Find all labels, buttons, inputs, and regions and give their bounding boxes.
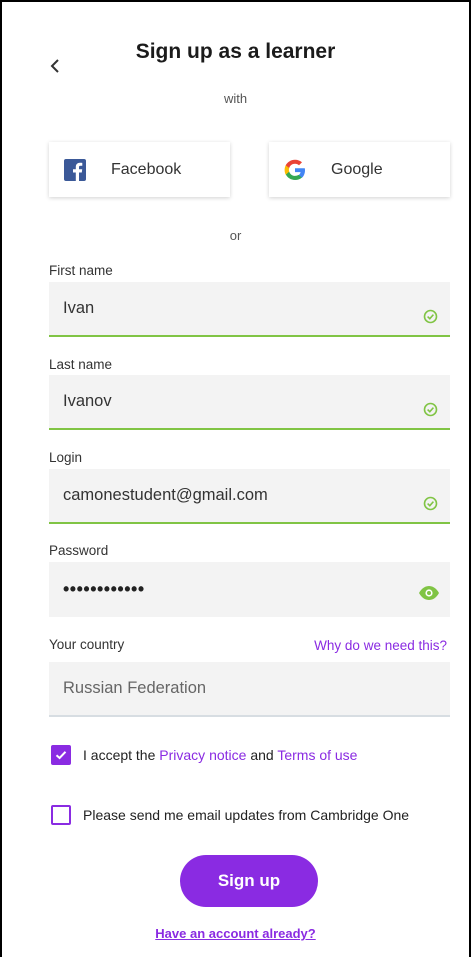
terms-of-use-link[interactable]: Terms of use <box>277 747 357 763</box>
google-icon <box>283 158 307 182</box>
password-label: Password <box>49 543 109 558</box>
accept-middle: and <box>246 747 278 763</box>
last-name-label: Last name <box>49 357 113 372</box>
eye-icon[interactable] <box>418 585 440 601</box>
country-select[interactable]: Russian Federation <box>49 662 450 717</box>
or-divider: or <box>229 228 242 243</box>
facebook-icon <box>63 158 87 182</box>
accept-text: I accept the Privacy notice and Terms of… <box>83 747 357 763</box>
privacy-notice-link[interactable]: Privacy notice <box>159 747 246 763</box>
login-field[interactable]: camonestudent@gmail.com <box>49 469 450 524</box>
email-updates-text: Please send me email updates from Cambri… <box>83 807 410 823</box>
have-account-link[interactable]: Have an account already? <box>2 926 469 941</box>
login-value: camonestudent@gmail.com <box>63 486 268 504</box>
valid-check-icon <box>423 402 438 417</box>
valid-check-icon <box>423 309 438 324</box>
password-value: •••••••••••• <box>63 579 145 599</box>
last-name-field[interactable]: Ivanov <box>49 375 450 430</box>
password-field[interactable]: •••••••••••• <box>49 562 450 617</box>
login-label: Login <box>49 450 83 465</box>
facebook-button[interactable]: Facebook <box>49 142 230 197</box>
country-label: Your country <box>49 637 125 652</box>
why-link[interactable]: Why do we need this? <box>314 638 447 653</box>
accept-prefix: I accept the <box>83 747 160 763</box>
first-name-label: First name <box>49 263 113 278</box>
page-title: Sign up as a learner <box>135 40 336 63</box>
valid-check-icon <box>423 496 438 511</box>
facebook-label: Facebook <box>111 160 182 178</box>
accept-checkbox[interactable] <box>51 745 71 765</box>
signup-page: Sign up as a learner with Facebook Googl… <box>0 0 471 957</box>
first-name-value: Ivan <box>63 299 95 317</box>
email-updates-checkbox[interactable] <box>51 805 71 825</box>
google-label: Google <box>331 160 383 178</box>
google-button[interactable]: Google <box>269 142 450 197</box>
country-value: Russian Federation <box>63 679 207 697</box>
last-name-value: Ivanov <box>63 392 112 410</box>
with-text: with <box>223 91 248 106</box>
signup-button[interactable]: Sign up <box>180 855 318 907</box>
first-name-field[interactable]: Ivan <box>49 282 450 337</box>
